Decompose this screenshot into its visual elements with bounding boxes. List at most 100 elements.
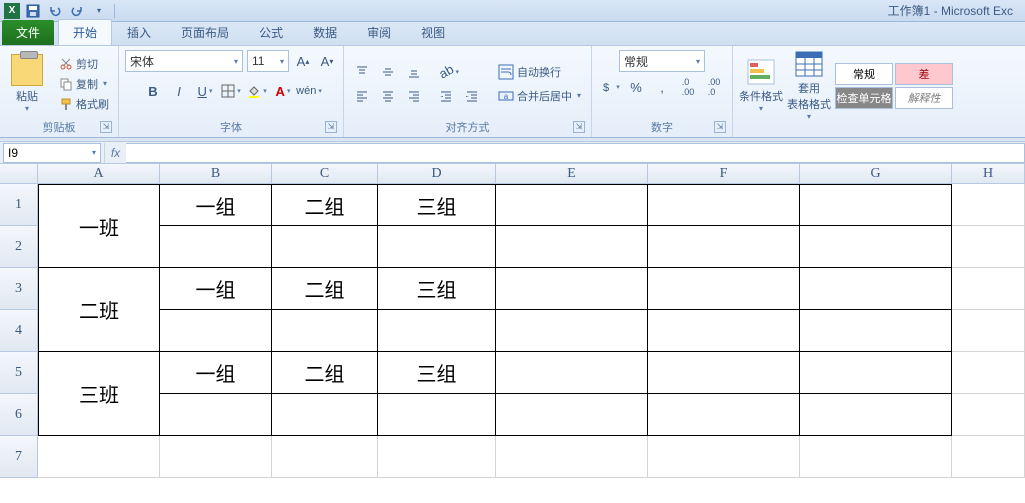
cell-A3[interactable]: 二班 — [38, 268, 160, 352]
increase-decimal-button[interactable]: .0.00 — [676, 76, 700, 98]
name-box[interactable]: I9▾ — [3, 143, 101, 163]
cell-F7[interactable] — [648, 436, 800, 478]
cell-H4[interactable] — [952, 310, 1025, 352]
cell-B6[interactable] — [160, 394, 272, 436]
italic-button[interactable]: I — [167, 80, 191, 102]
align-middle-button[interactable] — [376, 61, 400, 83]
cell-H2[interactable] — [952, 226, 1025, 268]
cell-E5[interactable] — [496, 352, 648, 394]
tab-page-layout[interactable]: 页面布局 — [166, 19, 244, 45]
tab-formulas[interactable]: 公式 — [244, 19, 298, 45]
increase-indent-button[interactable] — [460, 85, 484, 107]
merge-center-button[interactable]: a合并后居中▾ — [494, 85, 585, 107]
clipboard-launcher-icon[interactable]: ⇲ — [100, 121, 112, 133]
col-header-D[interactable]: D — [378, 164, 496, 184]
cell-A1[interactable]: 一班 — [38, 184, 160, 268]
cell-G5[interactable] — [800, 352, 952, 394]
cell-E7[interactable] — [496, 436, 648, 478]
row-header-4[interactable]: 4 — [0, 310, 38, 352]
fill-color-button[interactable]: ▾ — [245, 80, 269, 102]
cell-D6[interactable] — [378, 394, 496, 436]
save-icon[interactable] — [24, 2, 42, 20]
decrease-decimal-button[interactable]: .00.0 — [702, 76, 726, 98]
style-explanatory[interactable]: 解释性 — [895, 87, 953, 109]
cell-D5[interactable]: 三组 — [378, 352, 496, 394]
cell-H6[interactable] — [952, 394, 1025, 436]
comma-button[interactable]: , — [650, 76, 674, 98]
cell-B2[interactable] — [160, 226, 272, 268]
underline-button[interactable]: U▾ — [193, 80, 217, 102]
redo-icon[interactable] — [68, 2, 86, 20]
cell-D4[interactable] — [378, 310, 496, 352]
tab-data[interactable]: 数据 — [298, 19, 352, 45]
cell-B5[interactable]: 一组 — [160, 352, 272, 394]
file-tab[interactable]: 文件 — [2, 20, 54, 45]
undo-icon[interactable] — [46, 2, 64, 20]
decrease-font-button[interactable]: A▾ — [317, 50, 337, 72]
cell-C7[interactable] — [272, 436, 378, 478]
align-right-button[interactable] — [402, 85, 426, 107]
cell-G6[interactable] — [800, 394, 952, 436]
tab-insert[interactable]: 插入 — [112, 19, 166, 45]
row-header-2[interactable]: 2 — [0, 226, 38, 268]
cell-H3[interactable] — [952, 268, 1025, 310]
cell-F6[interactable] — [648, 394, 800, 436]
cell-A7[interactable] — [38, 436, 160, 478]
col-header-A[interactable]: A — [38, 164, 160, 184]
font-color-button[interactable]: A▾ — [271, 80, 295, 102]
cell-G3[interactable] — [800, 268, 952, 310]
row-header-5[interactable]: 5 — [0, 352, 38, 394]
col-header-B[interactable]: B — [160, 164, 272, 184]
font-name-combo[interactable]: 宋体▾ — [125, 50, 243, 72]
row-header-6[interactable]: 6 — [0, 394, 38, 436]
cell-E2[interactable] — [496, 226, 648, 268]
cell-B4[interactable] — [160, 310, 272, 352]
number-format-combo[interactable]: 常规▾ — [619, 50, 705, 72]
cell-C3[interactable]: 二组 — [272, 268, 378, 310]
formula-input[interactable] — [126, 143, 1025, 163]
cut-button[interactable]: 剪切 — [56, 55, 112, 73]
cell-G7[interactable] — [800, 436, 952, 478]
cell-G1[interactable] — [800, 184, 952, 226]
cell-H5[interactable] — [952, 352, 1025, 394]
wrap-text-button[interactable]: 自动换行 — [494, 61, 585, 83]
cell-E3[interactable] — [496, 268, 648, 310]
cell-F1[interactable] — [648, 184, 800, 226]
conditional-format-button[interactable]: 条件格式 ▾ — [739, 58, 783, 113]
cell-D2[interactable] — [378, 226, 496, 268]
phonetic-button[interactable]: wén▾ — [297, 80, 321, 102]
cell-G4[interactable] — [800, 310, 952, 352]
cell-F2[interactable] — [648, 226, 800, 268]
cell-E4[interactable] — [496, 310, 648, 352]
decrease-indent-button[interactable] — [434, 85, 458, 107]
row-header-7[interactable]: 7 — [0, 436, 38, 478]
increase-font-button[interactable]: A▴ — [293, 50, 313, 72]
number-launcher-icon[interactable]: ⇲ — [714, 121, 726, 133]
cell-D1[interactable]: 三组 — [378, 184, 496, 226]
style-bad[interactable]: 差 — [895, 63, 953, 85]
cell-G2[interactable] — [800, 226, 952, 268]
alignment-launcher-icon[interactable]: ⇲ — [573, 121, 585, 133]
percent-button[interactable]: % — [624, 76, 648, 98]
col-header-C[interactable]: C — [272, 164, 378, 184]
cell-C6[interactable] — [272, 394, 378, 436]
align-left-button[interactable] — [350, 85, 374, 107]
cell-D3[interactable]: 三组 — [378, 268, 496, 310]
border-button[interactable]: ▾ — [219, 80, 243, 102]
cell-C2[interactable] — [272, 226, 378, 268]
cell-F5[interactable] — [648, 352, 800, 394]
col-header-G[interactable]: G — [800, 164, 952, 184]
cell-E1[interactable] — [496, 184, 648, 226]
font-launcher-icon[interactable]: ⇲ — [325, 121, 337, 133]
currency-button[interactable]: $▾ — [598, 76, 622, 98]
qat-dropdown-icon[interactable]: ▾ — [90, 2, 108, 20]
font-size-combo[interactable]: 11▾ — [247, 50, 289, 72]
tab-home[interactable]: 开始 — [58, 19, 112, 45]
align-top-button[interactable] — [350, 61, 374, 83]
cell-A5[interactable]: 三班 — [38, 352, 160, 436]
cell-H1[interactable] — [952, 184, 1025, 226]
format-painter-button[interactable]: 格式刷 — [56, 95, 112, 113]
cell-B1[interactable]: 一组 — [160, 184, 272, 226]
style-check-cell[interactable]: 检查单元格 — [835, 87, 893, 109]
tab-view[interactable]: 视图 — [406, 19, 460, 45]
